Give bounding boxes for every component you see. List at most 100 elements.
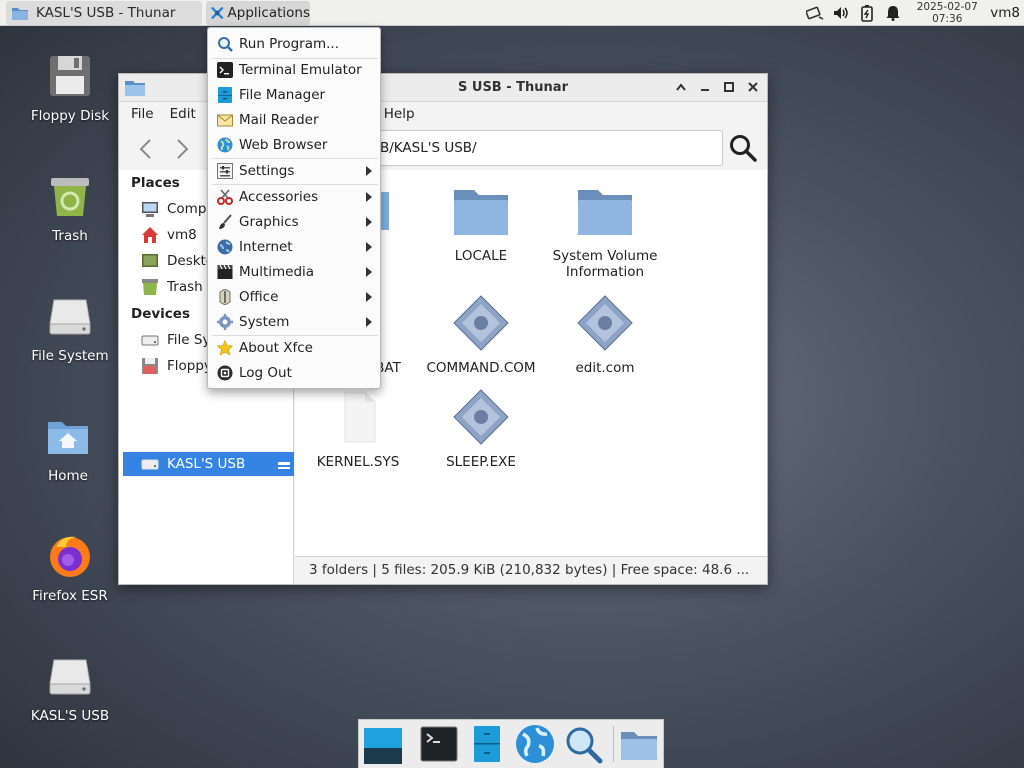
desktop-icon-label: File System bbox=[31, 348, 109, 364]
file-label: edit.com bbox=[575, 360, 635, 376]
applications-menu: Run Program... Terminal Emulator File Ma… bbox=[207, 27, 381, 389]
minimize-button[interactable] bbox=[697, 79, 713, 95]
applications-label: Applications bbox=[227, 5, 310, 21]
internet-icon bbox=[216, 239, 233, 256]
menu-item-label: Multimedia bbox=[239, 264, 315, 280]
menu-item-about-xfce[interactable]: About Xfce bbox=[212, 336, 378, 360]
search-icon[interactable] bbox=[727, 132, 759, 164]
desktop-icon-floppy-disk[interactable]: Floppy Disk bbox=[20, 52, 120, 124]
chevron-up-icon bbox=[676, 83, 686, 91]
places-header: Places bbox=[131, 175, 180, 191]
file-manager-icon bbox=[216, 87, 233, 104]
applications-menu-button[interactable]: Applications bbox=[206, 1, 310, 25]
location-bar[interactable]: B/KASL'S USB/ bbox=[369, 130, 723, 166]
menu-item-run-program[interactable]: Run Program... bbox=[212, 32, 378, 56]
volume-icon[interactable] bbox=[828, 0, 854, 26]
eject-icon[interactable] bbox=[278, 458, 290, 470]
system-tray: 2025-02-07 07:36 vm8 bbox=[802, 0, 1024, 26]
submenu-arrow-icon bbox=[366, 292, 372, 302]
drive-icon bbox=[49, 299, 91, 335]
sidebar-item-label: Trash bbox=[167, 279, 203, 295]
menu-item-file-manager[interactable]: File Manager bbox=[212, 83, 378, 107]
menu-item-label: Graphics bbox=[239, 214, 299, 230]
clapperboard-icon bbox=[216, 264, 233, 281]
app-finder-icon[interactable] bbox=[563, 724, 603, 764]
desktop-icon-trash[interactable]: Trash bbox=[20, 172, 120, 244]
show-desktop-icon[interactable] bbox=[363, 724, 403, 764]
taskbar-window-title: KASL'S USB - Thunar bbox=[36, 5, 176, 21]
executable-icon bbox=[453, 295, 509, 351]
minimize-icon bbox=[701, 89, 709, 91]
sidebar-item-label: KASL'S USB bbox=[167, 456, 246, 472]
close-icon bbox=[748, 82, 758, 92]
menu-item-office[interactable]: Office bbox=[212, 285, 378, 309]
file-item[interactable]: System Volume Information bbox=[543, 182, 667, 280]
status-bar: 3 folders | 5 files: 205.9 KiB (210,832 … bbox=[295, 556, 767, 584]
submenu-arrow-icon bbox=[366, 242, 372, 252]
terminal-icon[interactable] bbox=[419, 724, 459, 764]
trash-icon bbox=[142, 279, 158, 295]
file-label: SLEEP.EXE bbox=[446, 454, 516, 470]
menu-item-terminal[interactable]: Terminal Emulator bbox=[212, 58, 378, 82]
menu-item-label: Web Browser bbox=[239, 137, 328, 153]
file-manager-icon[interactable] bbox=[467, 724, 507, 764]
menu-item-multimedia[interactable]: Multimedia bbox=[212, 260, 378, 284]
clock-time: 07:36 bbox=[932, 13, 963, 25]
desktop-icon-home[interactable]: Home bbox=[18, 412, 118, 484]
battery-icon[interactable] bbox=[854, 0, 880, 26]
back-arrow-icon[interactable] bbox=[133, 136, 159, 162]
menu-item-label: About Xfce bbox=[239, 340, 313, 356]
menu-edit[interactable]: Edit bbox=[170, 106, 196, 122]
menu-item-internet[interactable]: Internet bbox=[212, 235, 378, 259]
desktop-icon-file-system[interactable]: File System bbox=[20, 292, 120, 364]
menu-help[interactable]: Help bbox=[384, 106, 415, 122]
menu-item-mail-reader[interactable]: Mail Reader bbox=[212, 108, 378, 132]
menu-item-settings[interactable]: Settings bbox=[212, 159, 378, 183]
sidebar-item-usb[interactable]: KASL'S USB bbox=[123, 452, 294, 476]
file-item[interactable]: LOCALE bbox=[419, 182, 543, 264]
desktop-icon-label: Firefox ESR bbox=[32, 588, 108, 604]
notification-bell-icon[interactable] bbox=[880, 0, 906, 26]
file-item[interactable]: KERNEL.SYS bbox=[296, 388, 420, 470]
folder-icon bbox=[12, 8, 28, 20]
web-browser-icon[interactable] bbox=[515, 724, 555, 764]
user-menu[interactable]: vm8 bbox=[982, 5, 1024, 21]
menu-item-label: Mail Reader bbox=[239, 112, 319, 128]
desktop-icon-usb[interactable]: KASL'S USB bbox=[20, 652, 120, 724]
location-path: B/KASL'S USB/ bbox=[380, 140, 477, 156]
executable-icon bbox=[453, 389, 509, 445]
file-label: COMMAND.COM bbox=[426, 360, 536, 376]
clock-date: 2025-02-07 bbox=[916, 1, 978, 13]
usb-drive-icon bbox=[49, 659, 91, 695]
menu-item-label: Run Program... bbox=[239, 36, 340, 52]
brush-icon bbox=[216, 214, 233, 231]
network-icon[interactable] bbox=[802, 0, 828, 26]
maximize-button[interactable] bbox=[721, 79, 737, 95]
home-icon bbox=[142, 227, 158, 243]
submenu-arrow-icon bbox=[366, 267, 372, 277]
menu-item-log-out[interactable]: Log Out bbox=[212, 361, 378, 385]
usb-drive-icon bbox=[141, 459, 159, 470]
accessories-icon bbox=[216, 189, 233, 206]
document-icon bbox=[344, 391, 376, 443]
file-item[interactable]: edit.com bbox=[543, 294, 667, 376]
folder-icon[interactable] bbox=[619, 724, 659, 764]
menu-file[interactable]: File bbox=[131, 106, 154, 122]
top-panel: KASL'S USB - Thunar Applications 2025-02… bbox=[0, 0, 1024, 26]
menu-item-accessories[interactable]: Accessories bbox=[212, 185, 378, 209]
menu-item-system[interactable]: System bbox=[212, 310, 378, 334]
firefox-icon bbox=[50, 536, 90, 577]
taskbar-window-button[interactable]: KASL'S USB - Thunar bbox=[6, 1, 202, 25]
file-item[interactable]: SLEEP.EXE bbox=[419, 388, 543, 470]
desktop-icon-firefox[interactable]: Firefox ESR bbox=[20, 532, 120, 604]
forward-arrow-icon[interactable] bbox=[169, 136, 195, 162]
file-item[interactable]: COMMAND.COM bbox=[419, 294, 543, 376]
menu-item-web-browser[interactable]: Web Browser bbox=[212, 133, 378, 157]
keep-above-button[interactable] bbox=[673, 79, 689, 95]
close-button[interactable] bbox=[745, 79, 761, 95]
sidebar-item-label: vm8 bbox=[167, 227, 197, 243]
menu-item-graphics[interactable]: Graphics bbox=[212, 210, 378, 234]
menu-item-label: Terminal Emulator bbox=[239, 62, 362, 78]
clock[interactable]: 2025-02-07 07:36 bbox=[912, 1, 982, 25]
floppy-disk-icon bbox=[142, 358, 158, 374]
